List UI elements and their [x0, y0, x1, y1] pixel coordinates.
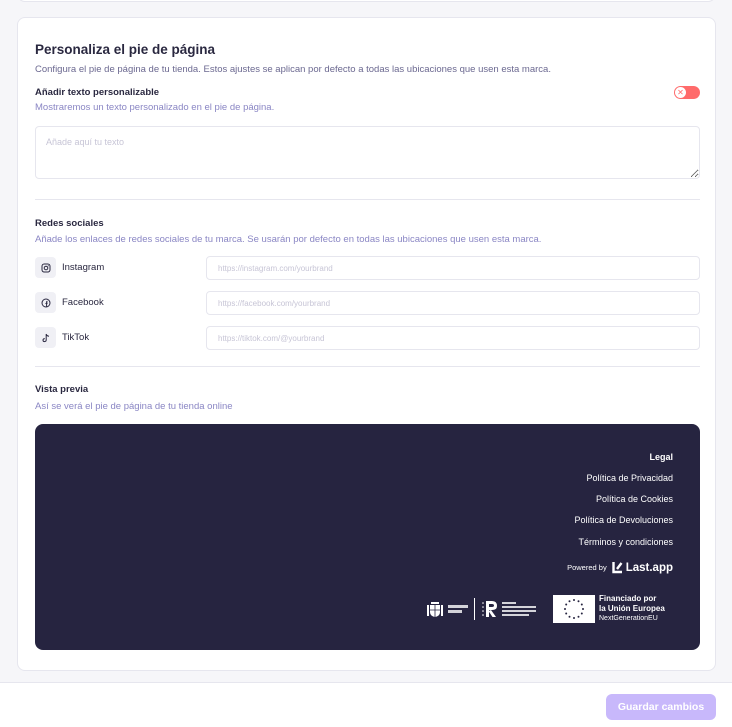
tiktok-icon [35, 327, 56, 348]
footer-settings-card: Personaliza el pie de página Configura e… [17, 17, 716, 671]
social-name: TikTok [62, 332, 90, 343]
footer-preview: Legal Política de Privacidad Política de… [35, 424, 700, 650]
lastapp-logo: Last.app [612, 561, 673, 574]
social-row-tiktok: TikTok [35, 326, 700, 350]
government-logo [426, 599, 468, 619]
social-description: Añade los enlaces de redes sociales de t… [35, 234, 542, 245]
eu-text-line1: Financiado por [599, 594, 657, 603]
previous-card-edge [17, 0, 716, 2]
logo-divider [474, 598, 475, 620]
recovery-plan-logo [481, 599, 536, 619]
legal-link-privacy[interactable]: Política de Privacidad [586, 473, 673, 483]
custom-text-label: Añadir texto personalizable [35, 87, 160, 98]
coat-of-arms-icon [427, 602, 443, 617]
preview-title: Vista previa [35, 384, 89, 395]
eu-flag-icon [553, 595, 595, 623]
brand-name: Last.app [625, 561, 673, 574]
eu-text-line3: NextGenerationEU [599, 615, 658, 622]
instagram-icon [35, 257, 56, 278]
instagram-url-input[interactable] [206, 256, 700, 280]
recovery-plan-text [502, 602, 536, 616]
social-name: Instagram [62, 262, 105, 273]
social-row-instagram: Instagram [35, 256, 700, 280]
custom-text-description: Mostraremos un texto personalizado en el… [35, 102, 275, 113]
legal-link-cookies[interactable]: Política de Cookies [596, 494, 673, 504]
divider [35, 366, 700, 367]
divider [35, 199, 700, 200]
social-name: Facebook [62, 297, 104, 308]
custom-text-field[interactable] [35, 126, 700, 179]
preview-description: Así se verá el pie de página de tu tiend… [35, 401, 233, 412]
section-description: Configura el pie de página de tu tienda.… [35, 64, 551, 75]
social-row-facebook: Facebook [35, 291, 700, 315]
legal-heading: Legal [649, 452, 673, 462]
eu-funding-text: Financiado por la Unión Europea NextGene… [599, 594, 665, 624]
government-logo-text [448, 605, 468, 613]
close-icon: ✕ [675, 87, 686, 98]
recovery-plan-icon [482, 601, 497, 617]
section-title: Personaliza el pie de página [35, 42, 216, 57]
save-button[interactable]: Guardar cambios [606, 694, 716, 720]
powered-by: Powered by Last.app [567, 561, 673, 574]
legal-link-terms[interactable]: Términos y condiciones [578, 537, 673, 547]
facebook-url-input[interactable] [206, 291, 700, 315]
custom-text-toggle[interactable]: ✕ [674, 86, 700, 99]
funding-logos: Financiado por la Unión Europea NextGene… [426, 594, 665, 624]
eu-text-line2: la Unión Europea [599, 604, 665, 613]
legal-link-returns[interactable]: Política de Devoluciones [574, 515, 673, 525]
tiktok-url-input[interactable] [206, 326, 700, 350]
lastapp-logo-icon [612, 562, 623, 574]
facebook-icon [35, 292, 56, 313]
powered-by-label: Powered by [567, 563, 607, 572]
social-title: Redes sociales [35, 218, 104, 229]
